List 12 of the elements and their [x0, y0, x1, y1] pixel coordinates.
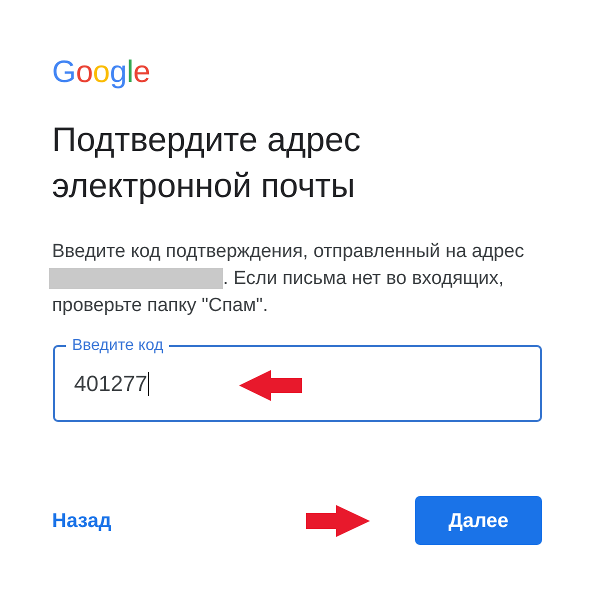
- next-button[interactable]: Далее: [415, 496, 542, 545]
- field-label: Введите код: [71, 337, 164, 355]
- message-text: проверьте папку "Спам".: [52, 294, 268, 318]
- right-arrow-icon: [306, 505, 370, 537]
- message-text: Введите код подтверждения, отправленный на адрес: [52, 240, 524, 264]
- field-value: 401277: [74, 371, 148, 397]
- page-heading: Подтвердите адрес электронной почты: [52, 120, 362, 207]
- back-link[interactable]: Назад: [52, 508, 112, 532]
- message-text: . Если письма нет во входящих,: [223, 267, 504, 291]
- logo: Google: [52, 54, 150, 90]
- left-arrow-icon: [239, 370, 302, 401]
- text-cursor-icon: [148, 372, 150, 396]
